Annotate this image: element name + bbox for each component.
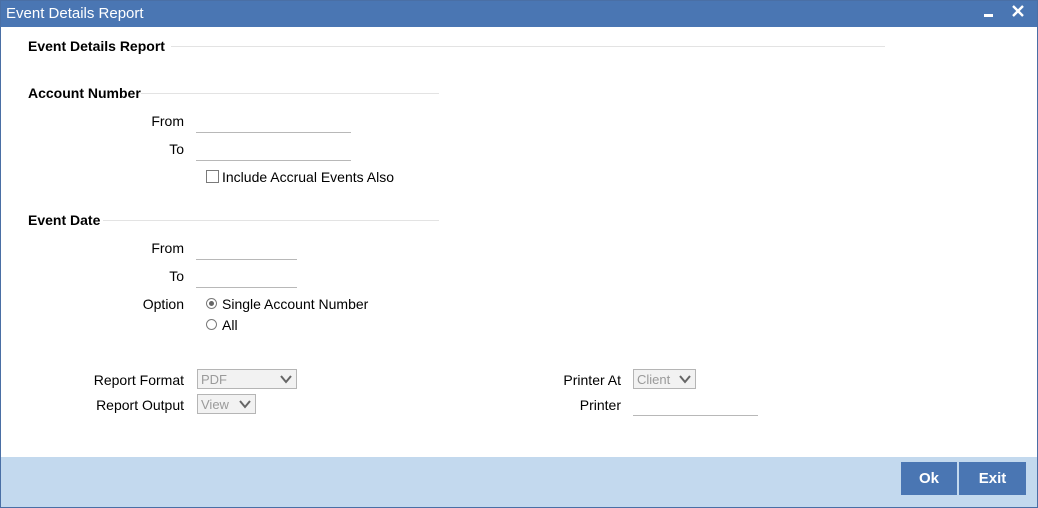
printer-at-label: Printer At (563, 372, 621, 388)
account-to-input[interactable] (196, 140, 351, 161)
printer-label: Printer (579, 397, 621, 413)
date-to-label: To (169, 268, 184, 284)
include-accrual-label: Include Accrual Events Also (222, 169, 394, 185)
close-icon[interactable] (1007, 1, 1029, 27)
report-format-select[interactable]: PDF (197, 369, 297, 389)
report-output-label: Report Output (96, 397, 184, 413)
printer-input[interactable] (633, 395, 758, 416)
chevron-down-icon (280, 375, 292, 384)
chevron-down-icon (239, 400, 251, 409)
printer-at-select[interactable]: Client (633, 369, 696, 389)
header-divider (171, 46, 885, 47)
report-output-select[interactable]: View (197, 394, 256, 414)
report-format-label: Report Format (93, 372, 184, 388)
printer-at-value: Client (637, 372, 671, 387)
account-to-label: To (169, 141, 184, 157)
ok-button[interactable]: Ok (901, 462, 957, 495)
chevron-down-icon (679, 375, 691, 384)
account-number-section-title: Account Number (28, 85, 141, 101)
report-format-value: PDF (201, 372, 227, 387)
minimize-icon[interactable] (979, 1, 1001, 27)
date-to-input[interactable] (196, 267, 297, 288)
date-from-input[interactable] (196, 239, 297, 260)
include-accrual-checkbox[interactable] (206, 170, 219, 183)
account-number-divider (141, 93, 439, 94)
report-output-value: View (201, 397, 229, 412)
report-section-title: Event Details Report (28, 38, 165, 54)
account-from-input[interactable] (196, 112, 351, 133)
date-from-label: From (151, 240, 184, 256)
title-bar: Event Details Report (1, 1, 1037, 27)
all-radio[interactable] (206, 319, 217, 330)
account-from-label: From (151, 113, 184, 129)
exit-button[interactable]: Exit (959, 462, 1026, 495)
option-label: Option (142, 296, 184, 312)
event-date-section-title: Event Date (28, 212, 101, 228)
footer-bar: Ok Exit (1, 457, 1037, 507)
event-date-divider (103, 220, 439, 221)
window-title: Event Details Report (6, 5, 144, 22)
all-radio-label: All (222, 317, 238, 333)
event-details-report-window: Event Details Report Event Details Repor… (0, 0, 1038, 508)
single-account-radio[interactable] (206, 298, 217, 309)
single-account-radio-label: Single Account Number (222, 296, 369, 312)
